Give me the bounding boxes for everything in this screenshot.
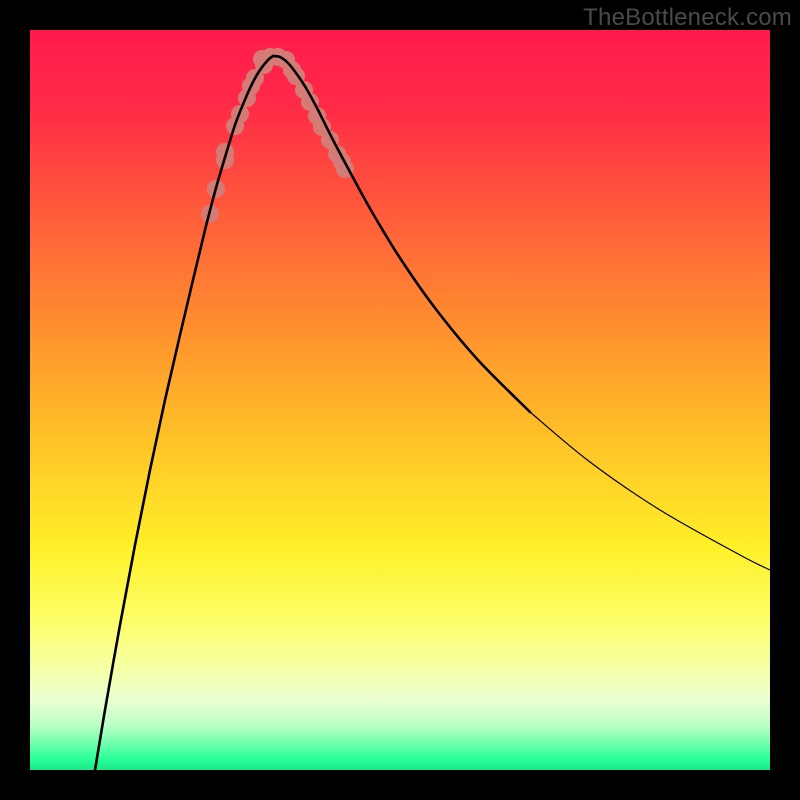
curve-right-branch-thin	[530, 412, 770, 570]
watermark-text: TheBottleneck.com	[583, 4, 792, 32]
plot-area	[30, 30, 770, 770]
curve-left-branch	[95, 56, 273, 770]
outer-frame: TheBottleneck.com	[0, 0, 800, 800]
chart-svg	[30, 30, 770, 770]
